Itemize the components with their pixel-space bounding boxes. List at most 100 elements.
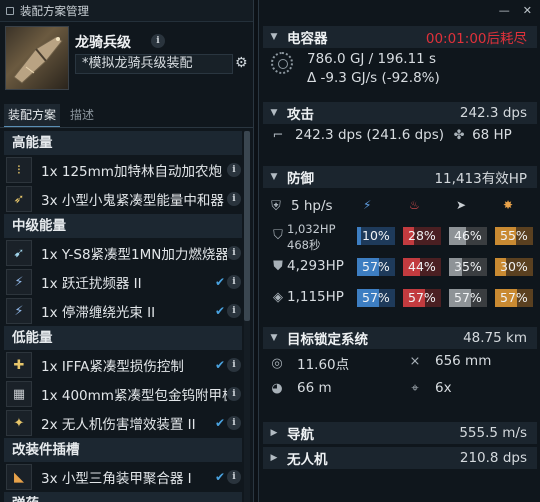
info-icon[interactable]: i: [227, 416, 241, 430]
section-title: 攻击: [287, 107, 314, 123]
capacitor-status: 00:01:00后耗尽: [425, 31, 527, 47]
resist-value: 28%: [408, 228, 436, 243]
armor-em-resist: 57%: [357, 258, 395, 276]
module-label: 3x 小型三角装甲聚合器 I: [41, 471, 192, 487]
hull-kinetic-resist: 57%: [449, 289, 487, 307]
section-drones[interactable]: ▶ 无人机 210.8 dps: [263, 447, 537, 469]
info-icon[interactable]: i: [227, 304, 241, 318]
signature-icon: ◕: [271, 380, 283, 396]
info-icon[interactable]: i: [227, 387, 241, 401]
module-label: 1x Y-S8紧凑型1MN加力燃烧器: [41, 247, 227, 263]
info-icon[interactable]: i: [227, 246, 241, 260]
check-icon: ✔: [214, 470, 225, 484]
resist-value: 57%: [362, 259, 390, 274]
afterburner-icon: ➹: [6, 240, 32, 266]
info-icon[interactable]: i: [227, 358, 241, 372]
module-label: 1x IFFA紧凑型损伤控制: [41, 359, 184, 375]
minimize-icon[interactable]: —: [499, 4, 510, 17]
fitting-name-field[interactable]: *模拟龙骑兵级装配: [75, 54, 233, 74]
tab-description[interactable]: 描述: [66, 104, 98, 128]
crosshair-icon: ⌖: [411, 380, 419, 396]
scrollbar-thumb[interactable]: [244, 131, 250, 321]
list-item[interactable]: ⚡ 1x 跃迁扰频器 II ✔ i: [4, 268, 242, 296]
sensor-icon: ◎: [271, 355, 283, 371]
list-item[interactable]: ✚ 1x IFFA紧凑型损伤控制 ✔ i: [4, 351, 242, 379]
module-label: 1x 跃迁扰频器 II: [41, 276, 142, 292]
armor-icon: ⛊: [273, 259, 283, 274]
section-defense[interactable]: ▼ 防御 11,413有效HP: [263, 166, 537, 188]
armor-hp: 4,293HP: [287, 258, 344, 274]
signature-row: ◕ 66 m: [269, 380, 331, 396]
thermal-damage-icon: ♨: [409, 198, 420, 212]
capacitor-delta: Δ -9.3 GJ/s (-92.8%): [307, 70, 440, 86]
turret-icon: ⌐: [272, 127, 284, 143]
section-targeting[interactable]: ▼ 目标锁定系统 48.75 km: [263, 327, 537, 349]
repair-rate-row: ⛨ 5 hp/s: [267, 198, 333, 214]
group-header-mid[interactable]: 中级能量: [4, 214, 242, 238]
window-menu-icon[interactable]: [6, 6, 14, 15]
list-item[interactable]: ➶ 3x 小型小鬼紧凑型能量中和器 i: [4, 185, 242, 213]
group-header-rig[interactable]: 改装件插槽: [4, 438, 242, 462]
group-header-high[interactable]: 高能量: [4, 131, 242, 155]
section-title: 无人机: [287, 452, 328, 468]
section-title: 目标锁定系统: [287, 332, 368, 348]
sensor-strength: 11.60点: [297, 357, 350, 373]
autocannon-icon: ⁝: [6, 157, 32, 183]
hull-icon: ◈: [273, 290, 283, 305]
resist-value: 46%: [454, 228, 482, 243]
resist-value: 57%: [500, 290, 528, 305]
armor-thermal-resist: 44%: [403, 258, 441, 276]
window-titlebar[interactable]: 装配方案管理: [0, 0, 253, 22]
scan-resolution: 656 mm: [435, 353, 492, 369]
drone-icon: ✤: [453, 127, 465, 143]
ship-image[interactable]: [5, 26, 69, 90]
module-list: 高能量 ⁝ 1x 125mm加特林自动加农炮 II i ➶ 3x 小型小鬼紧凑型…: [4, 131, 242, 502]
info-icon[interactable]: i: [227, 275, 241, 289]
gear-icon[interactable]: ⚙: [235, 55, 248, 71]
targeting-range: 48.75 km: [463, 330, 527, 346]
info-icon[interactable]: i: [227, 192, 241, 206]
scrambler-icon: ⚡: [6, 269, 32, 295]
repair-rate: 5 hp/s: [291, 198, 333, 214]
scan-resolution-row: ⨯ 656 mm: [407, 353, 492, 369]
section-navigation[interactable]: ▶ 导航 555.5 m/s: [263, 422, 537, 444]
neutralizer-icon: ➶: [6, 186, 32, 212]
ship-header: 龙骑兵级 i *模拟龙骑兵级装配 ⚙: [5, 26, 249, 92]
shield-kinetic-resist: 46%: [449, 227, 487, 245]
shield-em-resist: 10%: [357, 227, 395, 245]
ship-info-icon[interactable]: i: [151, 34, 165, 48]
chevron-down-icon: ▼: [270, 333, 278, 343]
chevron-down-icon: ▼: [270, 32, 278, 42]
close-icon[interactable]: ✕: [523, 4, 532, 17]
kinetic-damage-icon: ➤: [456, 198, 467, 212]
scan-resolution-icon: ⨯: [409, 353, 421, 369]
list-item[interactable]: ⚡ 1x 停滞缠绕光束 II ✔ i: [4, 297, 242, 325]
section-offense[interactable]: ▼ 攻击 242.3 dps: [263, 102, 537, 124]
shield-explosive-resist: 55%: [495, 227, 533, 245]
resist-value: 57%: [454, 290, 482, 305]
fitting-tabs: 装配方案 描述: [4, 104, 98, 128]
group-header-low[interactable]: 低能量: [4, 326, 242, 350]
group-header-sub[interactable]: 弹药: [4, 492, 242, 502]
drones-dps: 210.8 dps: [459, 450, 527, 466]
shield-thermal-resist: 28%: [403, 227, 441, 245]
scrollbar[interactable]: [244, 131, 250, 502]
tab-fitting[interactable]: 装配方案: [4, 104, 61, 128]
info-icon[interactable]: i: [227, 470, 241, 484]
navigation-speed: 555.5 m/s: [459, 425, 527, 441]
fitting-management-panel: 装配方案管理 龙骑兵级 i *模拟龙骑兵级装配 ⚙ 装配方案 描述 高能量 ⁝ …: [0, 0, 254, 502]
tab-divider: [0, 127, 253, 128]
list-item[interactable]: ✦ 2x 无人机伤害增效装置 II ✔ i: [4, 409, 242, 437]
list-item[interactable]: ⁝ 1x 125mm加特林自动加农炮 II i: [4, 156, 242, 184]
check-icon: ✔: [214, 304, 225, 318]
check-icon: ✔: [214, 275, 225, 289]
resist-value: 30%: [500, 259, 528, 274]
module-label: 3x 小型小鬼紧凑型能量中和器: [41, 193, 224, 209]
capacitor-capacity: 786.0 GJ / 196.11 s: [307, 51, 437, 67]
list-item[interactable]: ◣ 3x 小型三角装甲聚合器 I ✔ i: [4, 463, 242, 491]
list-item[interactable]: ➹ 1x Y-S8紧凑型1MN加力燃烧器 i: [4, 239, 242, 267]
info-icon[interactable]: i: [227, 163, 241, 177]
list-item[interactable]: ▦ 1x 400mm紧凑型包金钨附甲板 i: [4, 380, 242, 408]
section-capacitor[interactable]: ▼ 电容器 00:01:00后耗尽: [263, 26, 537, 48]
web-icon: ⚡: [6, 298, 32, 324]
